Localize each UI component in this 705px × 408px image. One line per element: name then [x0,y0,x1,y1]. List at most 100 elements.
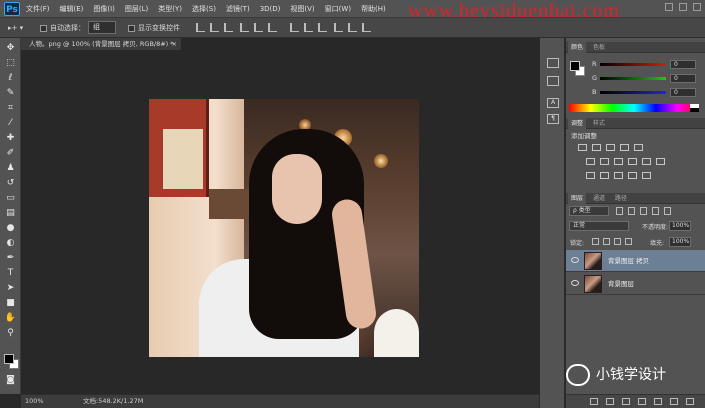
posterize-icon[interactable] [600,172,609,179]
slider-blue[interactable]: B 0 [592,88,702,97]
menu-3d[interactable]: 3D(D) [260,5,281,13]
menu-view[interactable]: 视图(V) [290,4,314,14]
tab-paths[interactable]: 路径 [612,193,630,204]
exposure-icon[interactable] [620,144,629,151]
layer-row[interactable]: 背景图层 拷贝 [566,250,705,272]
add-mask-icon[interactable] [622,398,630,405]
history-panel-icon[interactable] [547,58,559,68]
document-info[interactable]: 文档:548.2K/1.27M [83,395,143,408]
character-panel-icon[interactable]: A [547,98,559,108]
hand-tool-icon[interactable]: ✋ [3,312,18,325]
align-hcenter-icon[interactable] [254,23,263,32]
menu-type[interactable]: 类型(Y) [158,4,182,14]
slider-green-track[interactable] [600,77,666,80]
color-balance-icon[interactable] [600,158,609,165]
clone-stamp-tool-icon[interactable]: ♟ [3,162,18,175]
new-adjustment-icon[interactable] [638,398,646,405]
menu-edit[interactable]: 编辑(E) [60,4,84,14]
foreground-color-swatch[interactable] [570,61,580,71]
lock-pixels-icon[interactable] [603,238,610,245]
pen-tool-icon[interactable]: ✒ [3,252,18,265]
align-bottom-icon[interactable] [224,23,233,32]
selective-color-icon[interactable] [628,172,637,179]
filter-shape-icon[interactable] [652,207,659,215]
invert-icon[interactable] [586,172,595,179]
slider-red[interactable]: R 0 [592,60,702,69]
layer-name[interactable]: 背景图层 拷贝 [608,250,649,272]
distribute-hcenter-icon[interactable] [348,23,357,32]
threshold-icon[interactable] [614,172,623,179]
new-group-icon[interactable] [654,398,662,405]
document-image[interactable] [149,99,419,357]
move-tool-icon[interactable]: ✥ [3,42,18,55]
channel-mixer-icon[interactable] [642,158,651,165]
dodge-tool-icon[interactable]: ◐ [3,237,18,250]
slider-green[interactable]: G 0 [592,74,702,83]
layer-name[interactable]: 背景图层 [608,273,634,295]
history-brush-tool-icon[interactable]: ↺ [3,177,18,190]
layer-row[interactable]: 背景图层 [566,273,705,295]
tab-layers[interactable]: 图层 [568,193,587,204]
slider-red-value[interactable]: 0 [670,60,696,69]
fill-input[interactable]: 100% [669,237,691,247]
tab-channels[interactable]: 通道 [590,193,608,204]
align-right-icon[interactable] [268,23,277,32]
gradient-tool-icon[interactable]: ▤ [3,207,18,220]
lock-position-icon[interactable] [614,238,621,245]
filter-type-icon[interactable] [640,207,647,215]
distribute-right-icon[interactable] [362,23,371,32]
tab-color[interactable]: 颜色 [568,42,587,53]
show-transform-option[interactable]: 显示变换控件 [128,22,180,34]
layer-style-icon[interactable] [606,398,614,405]
menu-help[interactable]: 帮助(H) [361,4,386,14]
distribute-top-icon[interactable] [290,23,299,32]
tab-styles[interactable]: 样式 [590,118,608,129]
move-tool-preset-icon[interactable]: ▸+ ▾ [8,22,23,34]
align-vcenter-icon[interactable] [210,23,219,32]
eyedropper-tool-icon[interactable]: ⁄ [3,117,18,130]
hue-saturation-icon[interactable] [586,158,595,165]
tab-adjustments[interactable]: 调整 [568,118,587,129]
auto-select-option[interactable]: 自动选择： [40,22,85,34]
properties-panel-icon[interactable] [547,76,559,86]
lasso-tool-icon[interactable]: ℓ [3,72,18,85]
document-tab[interactable]: 人物。png @ 100% (背景图层 拷贝, RGB/8#) * × [21,38,181,50]
new-layer-icon[interactable] [670,398,678,405]
filter-adjust-icon[interactable] [628,207,635,215]
color-spectrum[interactable] [569,104,699,112]
slider-blue-value[interactable]: 0 [670,88,696,97]
close-icon[interactable]: × [172,38,177,50]
opacity-input[interactable]: 100% [669,221,691,231]
lock-transparent-icon[interactable] [592,238,599,245]
eraser-tool-icon[interactable]: ▭ [3,192,18,205]
close-icon[interactable] [693,3,701,11]
zoom-tool-icon[interactable]: ⚲ [3,327,18,340]
blur-tool-icon[interactable]: ● [3,222,18,235]
tab-swatches[interactable]: 色板 [590,42,608,53]
lock-all-icon[interactable] [625,238,632,245]
foreground-color-swatch[interactable] [4,354,14,364]
slider-red-track[interactable] [600,63,666,66]
path-select-tool-icon[interactable]: ➤ [3,282,18,295]
menu-image[interactable]: 图像(I) [93,4,115,14]
minimize-icon[interactable] [665,3,673,11]
black-white-icon[interactable] [614,158,623,165]
distribute-left-icon[interactable] [334,23,343,32]
maximize-icon[interactable] [679,3,687,11]
brush-tool-icon[interactable]: ✐ [3,147,18,160]
shape-tool-icon[interactable]: ■ [3,297,18,310]
menu-file[interactable]: 文件(F) [26,4,50,14]
align-left-icon[interactable] [240,23,249,32]
marquee-tool-icon[interactable]: ⬚ [3,57,18,70]
align-top-icon[interactable] [196,23,205,32]
photo-filter-icon[interactable] [628,158,637,165]
auto-select-dropdown[interactable]: 组 [88,21,116,34]
color-lookup-icon[interactable] [656,158,665,165]
brightness-icon[interactable] [578,144,587,151]
quick-mask-icon[interactable]: ◙ [3,374,18,387]
distribute-vcenter-icon[interactable] [304,23,313,32]
gradient-map-icon[interactable] [642,172,651,179]
healing-brush-tool-icon[interactable]: ✚ [3,132,18,145]
filter-pixel-icon[interactable] [616,207,623,215]
menu-select[interactable]: 选择(S) [192,4,216,14]
